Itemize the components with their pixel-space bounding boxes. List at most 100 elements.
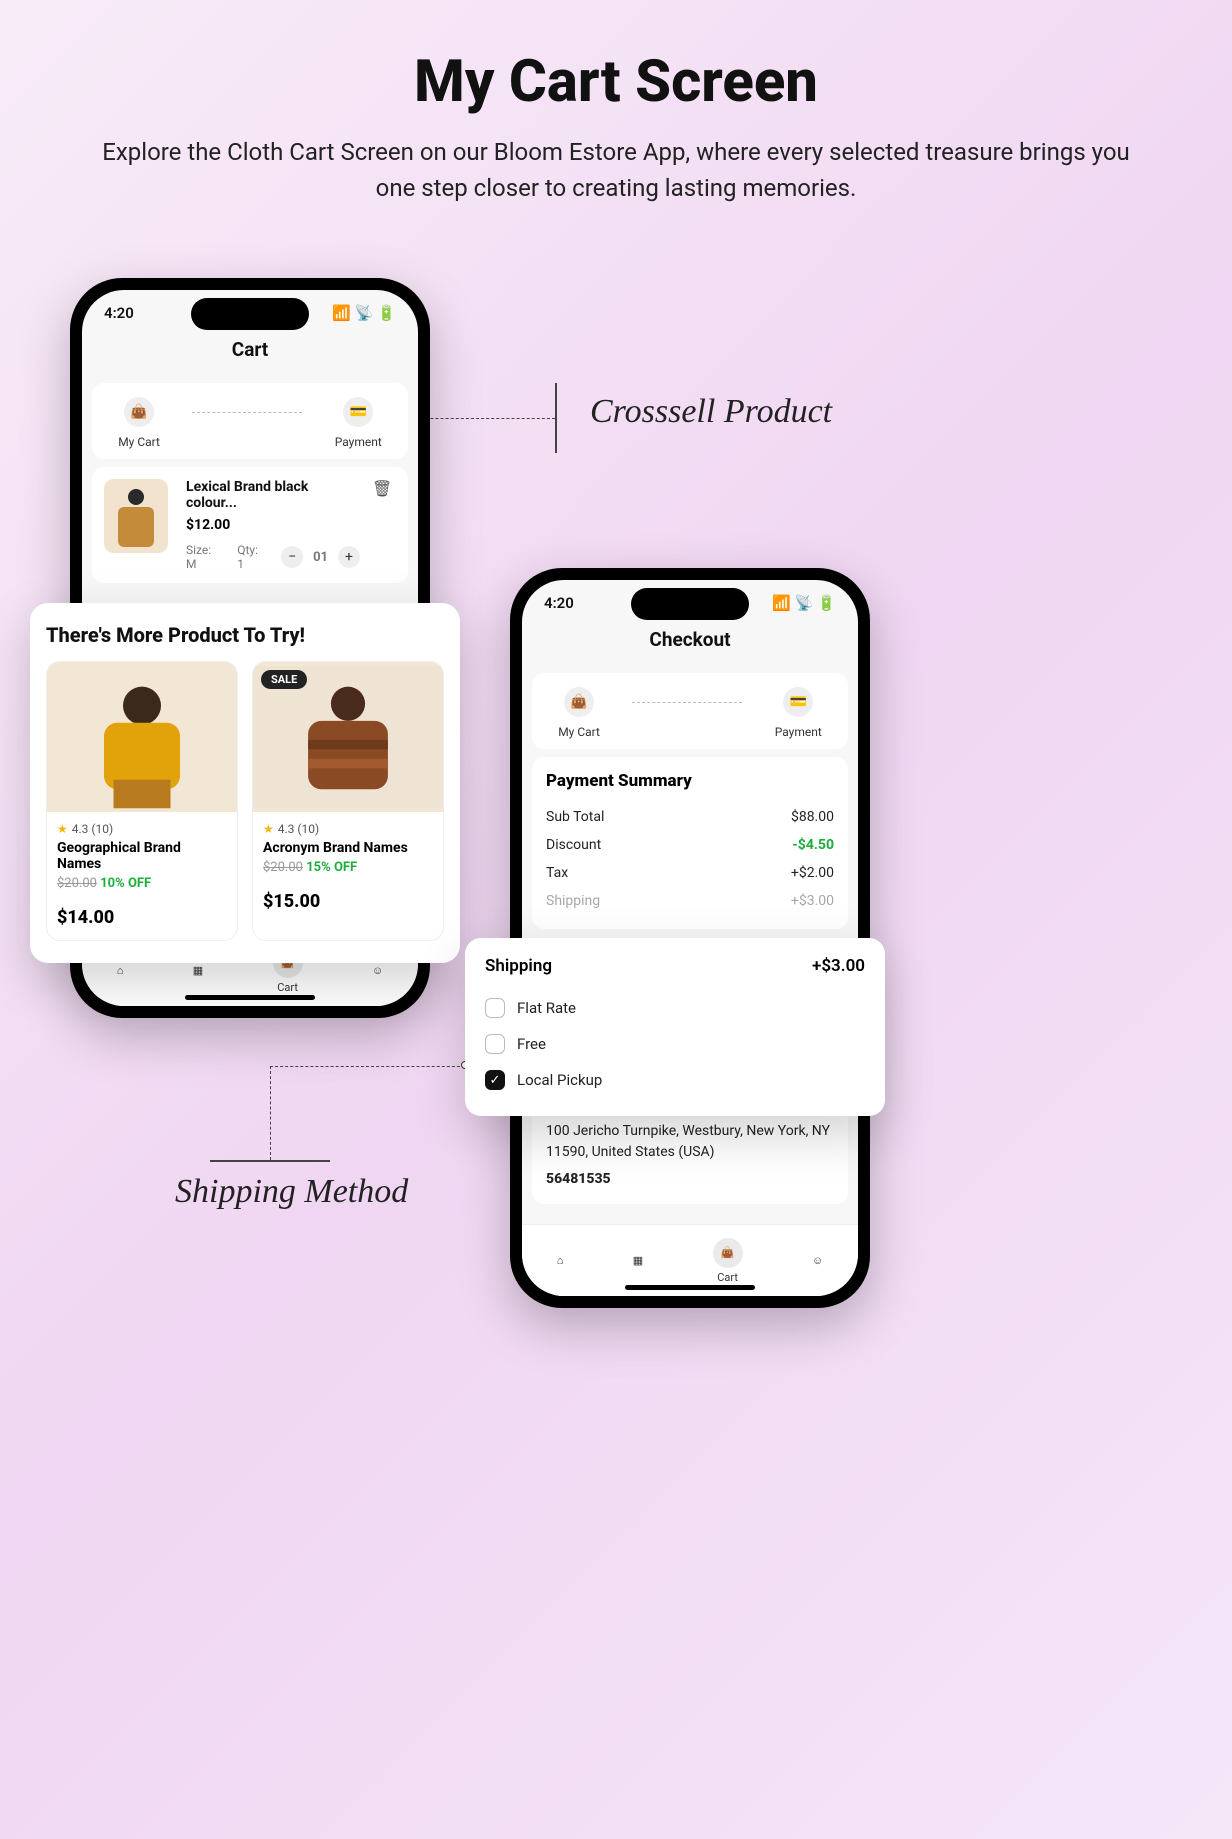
product-price: $15.00 — [263, 891, 433, 912]
product-orig-price: $20.00 — [57, 876, 97, 891]
status-icons: 📶📡🔋 — [768, 594, 836, 612]
nav-profile[interactable]: ☺ — [812, 1254, 823, 1267]
sale-badge: SALE — [261, 670, 307, 689]
nav-home[interactable]: ⌂ — [557, 1254, 564, 1267]
crosssell-panel: There's More Product To Try! ★4.3 (10) G… — [30, 603, 460, 963]
bag-icon: 👜 — [570, 694, 587, 710]
cart-item-qty-label: Qty: 1 — [237, 543, 265, 571]
home-icon: ⌂ — [117, 964, 124, 977]
shipping-option-free[interactable]: Free — [485, 1026, 865, 1062]
screen-title: Checkout — [522, 618, 858, 665]
annotation-shipping: Shipping Method — [175, 1173, 408, 1211]
summary-heading: Payment Summary — [546, 771, 834, 791]
checkbox-icon — [485, 998, 505, 1018]
product-orig-price: $20.00 — [263, 860, 303, 875]
option-label: Local Pickup — [517, 1071, 602, 1089]
connector — [555, 383, 557, 453]
trash-icon: 🗑 — [372, 479, 392, 498]
page-title: My Cart Screen — [0, 48, 1232, 116]
shipping-title: Shipping — [485, 956, 552, 976]
step-label: Payment — [335, 435, 382, 449]
summary-row: Sub Total$88.00 — [546, 803, 834, 831]
connector — [210, 1160, 330, 1162]
rating-text: 4.3 (10) — [278, 822, 319, 836]
home-indicator — [625, 1285, 755, 1290]
qty-plus-button[interactable]: + — [338, 546, 360, 568]
home-icon: ⌂ — [557, 1254, 564, 1267]
signal-icon: 📶 — [332, 304, 351, 322]
status-icons: 📶📡🔋 — [328, 304, 396, 322]
qty-value: 01 — [313, 550, 328, 565]
cart-item-price: $12.00 — [186, 517, 360, 533]
summary-row: Shipping+$3.00 — [546, 887, 834, 915]
payment-summary: Payment Summary Sub Total$88.00 Discount… — [532, 757, 848, 929]
product-discount: 15% OFF — [306, 860, 357, 875]
cart-item-image — [104, 479, 168, 553]
wifi-icon: 📡 — [355, 304, 374, 322]
checkbox-icon — [485, 1034, 505, 1054]
battery-icon: 🔋 — [377, 304, 396, 322]
bag-icon: 👜 — [130, 404, 147, 420]
nav-home[interactable]: ⌂ — [117, 964, 124, 977]
nav-label: Cart — [717, 1271, 738, 1284]
delete-button[interactable]: 🗑 — [372, 479, 396, 498]
annotation-crosssell: Crosssell Product — [590, 393, 832, 431]
summary-value: +$3.00 — [791, 893, 834, 909]
phone-notch — [631, 588, 749, 620]
product-rating: ★ 4.3 (10) — [57, 822, 227, 836]
option-label: Flat Rate — [517, 999, 576, 1017]
steps-divider — [632, 702, 742, 703]
star-icon: ★ — [57, 822, 68, 836]
step-payment[interactable]: 💳 Payment — [775, 687, 822, 739]
checkbox-icon: ✓ — [485, 1070, 505, 1090]
nav-label: Cart — [277, 981, 298, 994]
bag-icon: 👜 — [721, 1246, 735, 1259]
connector — [270, 1066, 271, 1160]
cart-item-name: Lexical Brand black colour... — [186, 479, 360, 511]
product-card[interactable]: ★ 4.3 (10) Geographical Brand Names $20.0… — [46, 661, 238, 941]
summary-row: Discount -$4.50 — [546, 831, 834, 859]
nav-grid[interactable]: ▦ — [193, 964, 203, 977]
signal-icon: 📶 — [772, 594, 791, 612]
step-my-cart[interactable]: 👜 My Cart — [118, 397, 160, 449]
page-subtitle: Explore the Cloth Cart Screen on our Blo… — [96, 134, 1136, 206]
summary-label: Discount — [546, 837, 601, 853]
battery-icon: 🔋 — [817, 594, 836, 612]
status-time: 4:20 — [544, 594, 574, 612]
product-name: Acronym Brand Names — [263, 840, 433, 856]
cart-item-size: Size: M — [186, 543, 221, 571]
screen-title: Cart — [82, 328, 418, 375]
steps-divider — [192, 412, 302, 413]
shipping-panel: Shipping +$3.00 Flat Rate Free ✓Local Pi… — [465, 938, 885, 1116]
summary-value: -$4.50 — [792, 837, 834, 853]
connector — [270, 1066, 465, 1067]
step-my-cart[interactable]: 👜 My Cart — [558, 687, 600, 739]
nav-grid[interactable]: ▦ — [633, 1254, 643, 1267]
shipping-option-flat-rate[interactable]: Flat Rate — [485, 990, 865, 1026]
card-icon: 💳 — [790, 694, 807, 710]
user-icon: ☺ — [812, 1254, 823, 1267]
step-label: My Cart — [118, 435, 160, 449]
summary-label: Sub Total — [546, 809, 604, 825]
phone-notch — [191, 298, 309, 330]
step-payment[interactable]: 💳 Payment — [335, 397, 382, 449]
cart-item[interactable]: Lexical Brand black colour... $12.00 Siz… — [92, 467, 408, 583]
summary-row: Tax +$2.00 — [546, 859, 834, 887]
product-name: Geographical Brand Names — [57, 840, 227, 872]
user-icon: ☺ — [372, 964, 383, 977]
product-discount: 10% OFF — [100, 876, 151, 891]
billing-text: 100 Jericho Turnpike, Westbury, New York… — [546, 1121, 834, 1163]
summary-label: Tax — [546, 865, 568, 881]
nav-profile[interactable]: ☺ — [372, 964, 383, 977]
product-card[interactable]: SALE ★4.3 (10) Acronym Brand Names $20.0… — [252, 661, 444, 941]
checkout-steps: 👜 My Cart 💳 Payment — [92, 383, 408, 459]
product-image — [47, 662, 237, 812]
qty-minus-button[interactable]: − — [281, 546, 303, 568]
grid-icon: ▦ — [193, 964, 203, 977]
billing-phone: 56481535 — [546, 1169, 834, 1190]
shipping-option-local-pickup[interactable]: ✓ Local Pickup — [485, 1062, 865, 1098]
wifi-icon: 📡 — [795, 594, 814, 612]
rating-text: 4.3 (10) — [72, 822, 113, 836]
summary-value: +$2.00 — [791, 865, 834, 881]
nav-cart[interactable]: 👜 Cart — [713, 1238, 743, 1284]
